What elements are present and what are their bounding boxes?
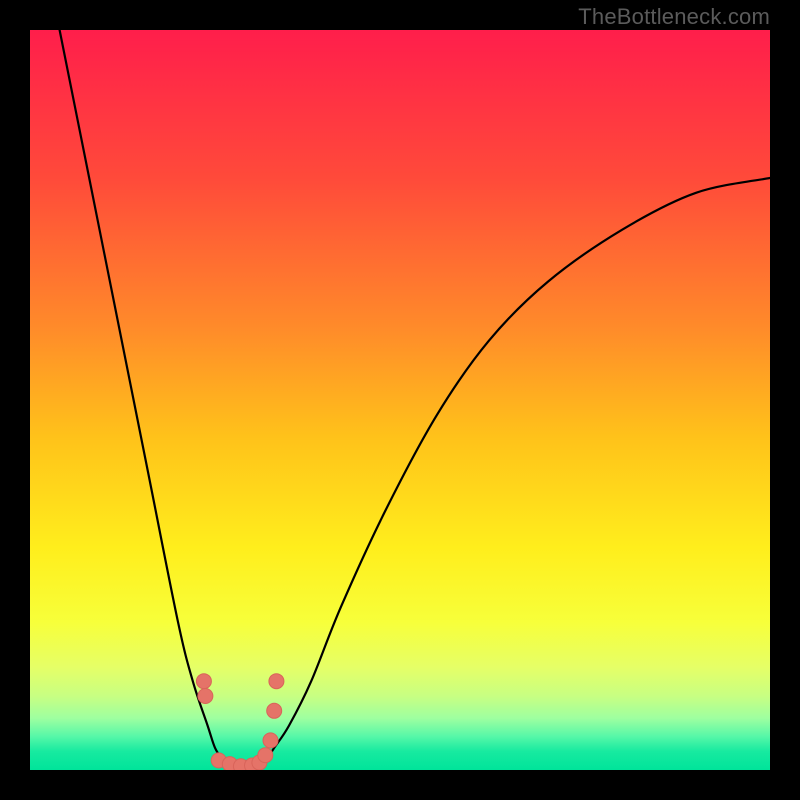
curve-marker xyxy=(263,733,278,748)
curve-layer xyxy=(30,30,770,770)
chart-frame: TheBottleneck.com xyxy=(0,0,800,800)
bottleneck-curve xyxy=(60,30,770,766)
curve-marker xyxy=(198,689,213,704)
watermark-text: TheBottleneck.com xyxy=(578,4,770,30)
curve-marker xyxy=(269,674,284,689)
curve-marker xyxy=(267,703,282,718)
curve-markers xyxy=(196,674,284,770)
curve-marker xyxy=(258,748,273,763)
plot-area xyxy=(30,30,770,770)
curve-marker xyxy=(196,674,211,689)
